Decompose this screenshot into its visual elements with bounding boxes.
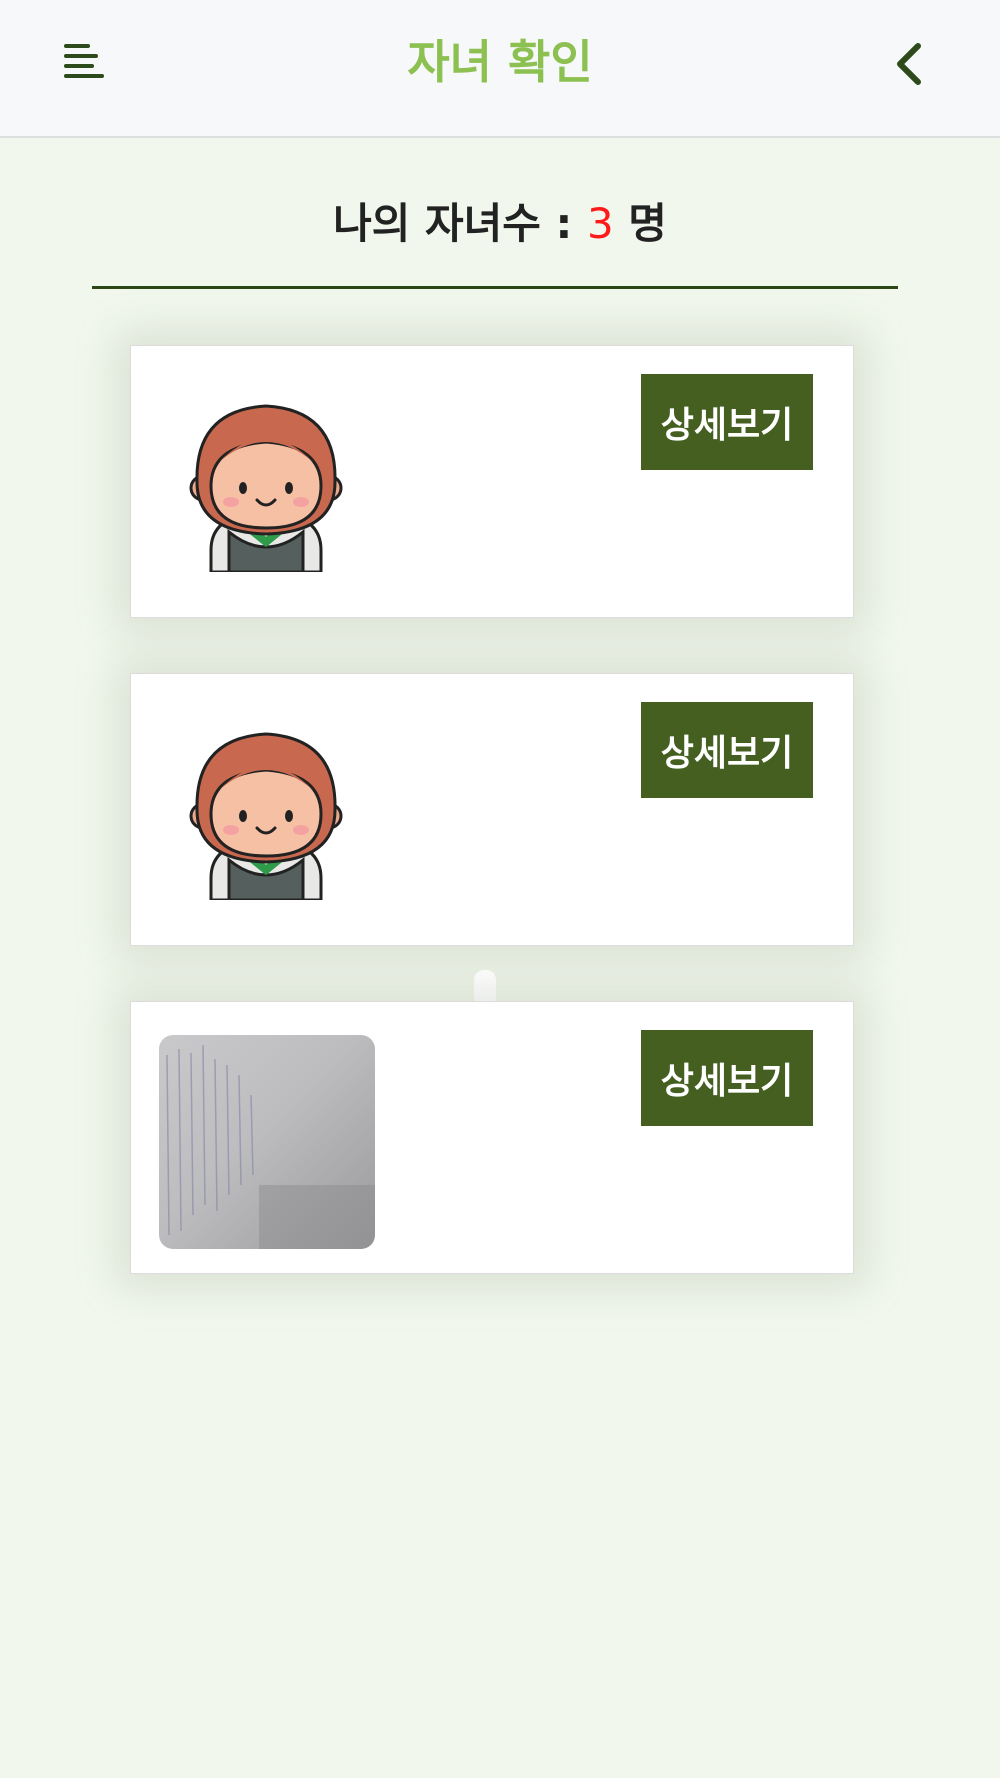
child-card: 상세보기 — [130, 1001, 854, 1274]
app-header: 자녀 확인 — [0, 0, 1000, 138]
child-card: 상세보기 — [130, 673, 854, 946]
chevron-left-icon[interactable] — [890, 40, 930, 88]
children-count: 나의 자녀수 : 3 명 — [0, 196, 1000, 252]
page-title: 자녀 확인 — [407, 35, 593, 89]
child-card: 상세보기 — [130, 345, 854, 618]
detail-button[interactable]: 상세보기 — [641, 374, 813, 470]
count-number: 3 — [586, 199, 614, 248]
avatar-icon — [189, 402, 343, 574]
divider — [92, 286, 898, 289]
detail-button[interactable]: 상세보기 — [641, 702, 813, 798]
avatar-icon — [189, 730, 343, 902]
count-unit: 명 — [613, 199, 667, 248]
child-photo — [159, 1035, 375, 1249]
count-label: 나의 자녀수 : — [333, 199, 587, 248]
detail-button[interactable]: 상세보기 — [641, 1030, 813, 1126]
